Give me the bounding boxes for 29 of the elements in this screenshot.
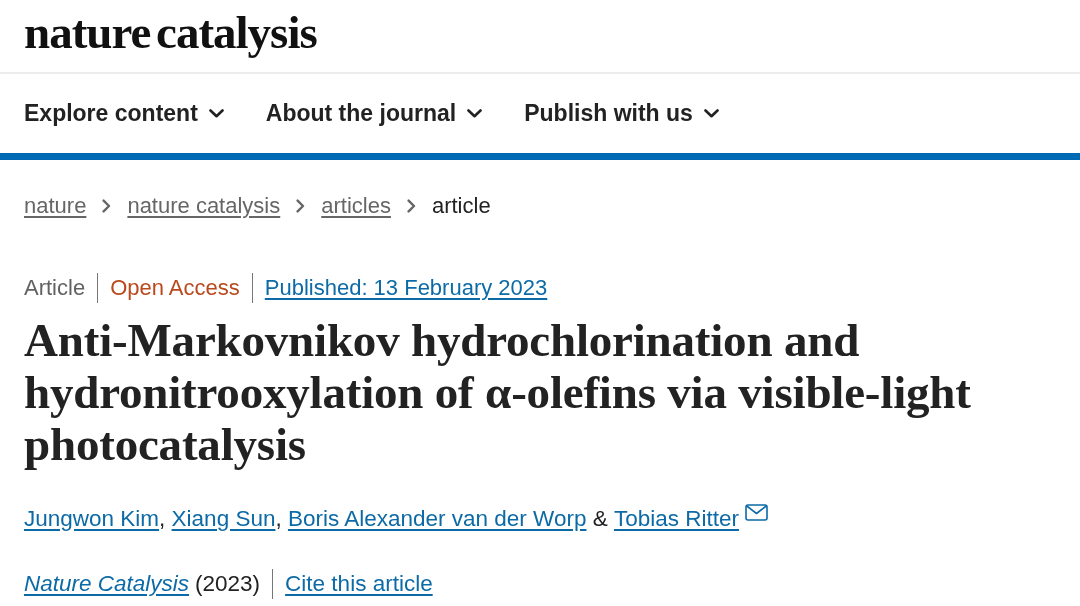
author-separator: ,: [275, 505, 283, 533]
nav-menu-button[interactable]: About the journal: [265, 100, 483, 127]
author-link[interactable]: Jungwon Kim: [24, 504, 160, 534]
author-link[interactable]: Xiang Sun: [171, 504, 276, 534]
open-access-label: Open Access: [97, 273, 240, 303]
envelope-icon[interactable]: [745, 504, 768, 521]
journal-name-link[interactable]: Nature Catalysis: [24, 569, 190, 599]
breadcrumb-current: article: [431, 193, 491, 219]
publication-year: (2023): [195, 570, 261, 598]
chevron-right-icon: [102, 199, 112, 213]
caret-icon: [703, 109, 719, 118]
author-separator: ,: [159, 505, 167, 533]
cite-article-link[interactable]: Cite this article: [272, 569, 433, 599]
chevron-right-icon: [296, 199, 306, 213]
author-separator: &: [591, 505, 609, 533]
author-link[interactable]: Boris Alexander van der Worp: [287, 504, 587, 534]
nav-menu-button[interactable]: Explore content: [24, 100, 224, 127]
breadcrumb-link[interactable]: nature: [24, 193, 87, 219]
breadcrumb-link[interactable]: nature catalysis: [127, 193, 281, 219]
article-type-label: Article: [24, 274, 86, 302]
chevron-right-icon: [406, 199, 416, 213]
author-link[interactable]: Tobias Ritter: [613, 504, 739, 534]
article-title: Anti-Markovnikov hydrochlorination and hydronitrooxylation of α-olefins via visible-light photocatalysis: [24, 314, 972, 470]
nav-menu-button[interactable]: Publish with us: [524, 100, 719, 127]
caret-icon: [467, 109, 483, 118]
publication-date-link[interactable]: Published: 13 February 2023: [251, 273, 548, 303]
caret-icon: [208, 109, 224, 118]
breadcrumb-link[interactable]: articles: [321, 193, 391, 219]
journal-logo[interactable]: nature catalysis: [24, 8, 317, 56]
